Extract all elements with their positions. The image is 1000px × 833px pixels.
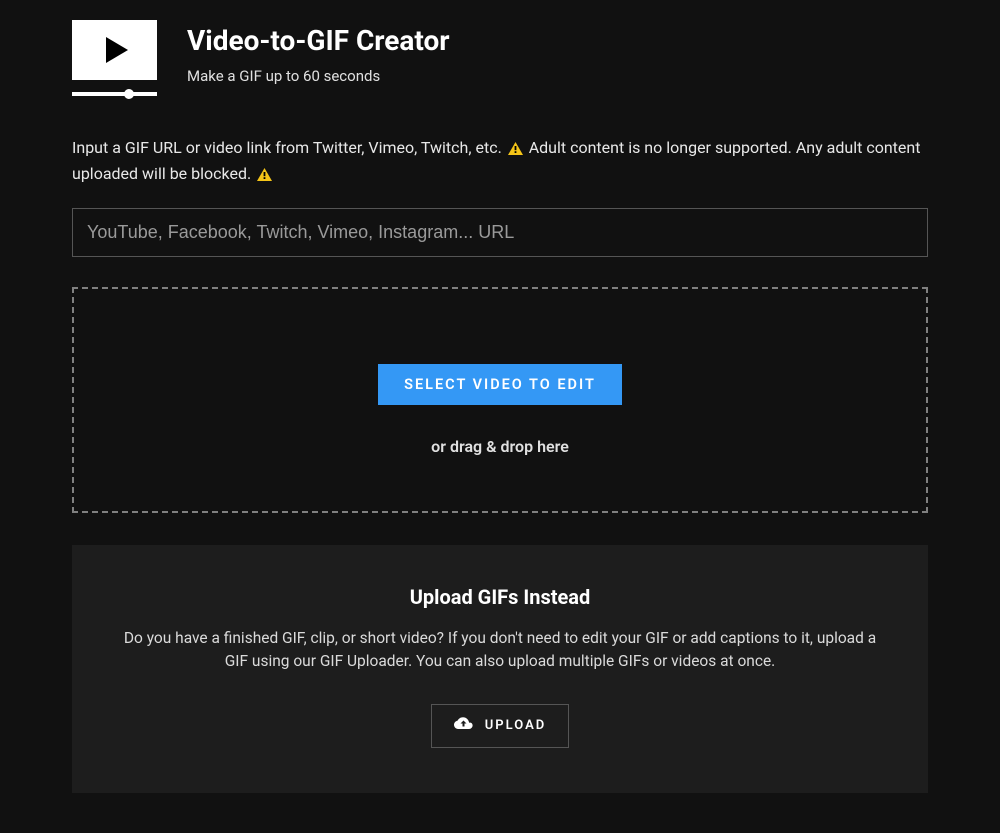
app-logo (72, 20, 157, 96)
video-url-input[interactable] (72, 208, 928, 257)
page-subtitle: Make a GIF up to 60 seconds (187, 67, 450, 85)
warning-icon (257, 164, 272, 188)
video-dropzone[interactable]: SELECT VIDEO TO EDIT or drag & drop here (72, 287, 928, 513)
select-video-button[interactable]: SELECT VIDEO TO EDIT (378, 364, 622, 405)
upload-section-title: Upload GIFs Instead (117, 585, 883, 609)
upload-gifs-section: Upload GIFs Instead Do you have a finish… (72, 545, 928, 793)
page-header: Video-to-GIF Creator Make a GIF up to 60… (72, 20, 928, 96)
cloud-upload-icon (454, 717, 473, 735)
page-title: Video-to-GIF Creator (187, 24, 450, 57)
upload-section-description: Do you have a finished GIF, clip, or sho… (117, 627, 883, 674)
upload-button-label: UPLOAD (485, 718, 546, 733)
timeline-icon (72, 92, 157, 96)
instruction-text: Input a GIF URL or video link from Twitt… (72, 136, 928, 188)
warning-icon (508, 138, 523, 162)
upload-button[interactable]: UPLOAD (431, 704, 569, 748)
instruction-part-1: Input a GIF URL or video link from Twitt… (72, 138, 502, 157)
video-play-icon (72, 20, 157, 80)
drop-hint-text: or drag & drop here (94, 437, 906, 456)
